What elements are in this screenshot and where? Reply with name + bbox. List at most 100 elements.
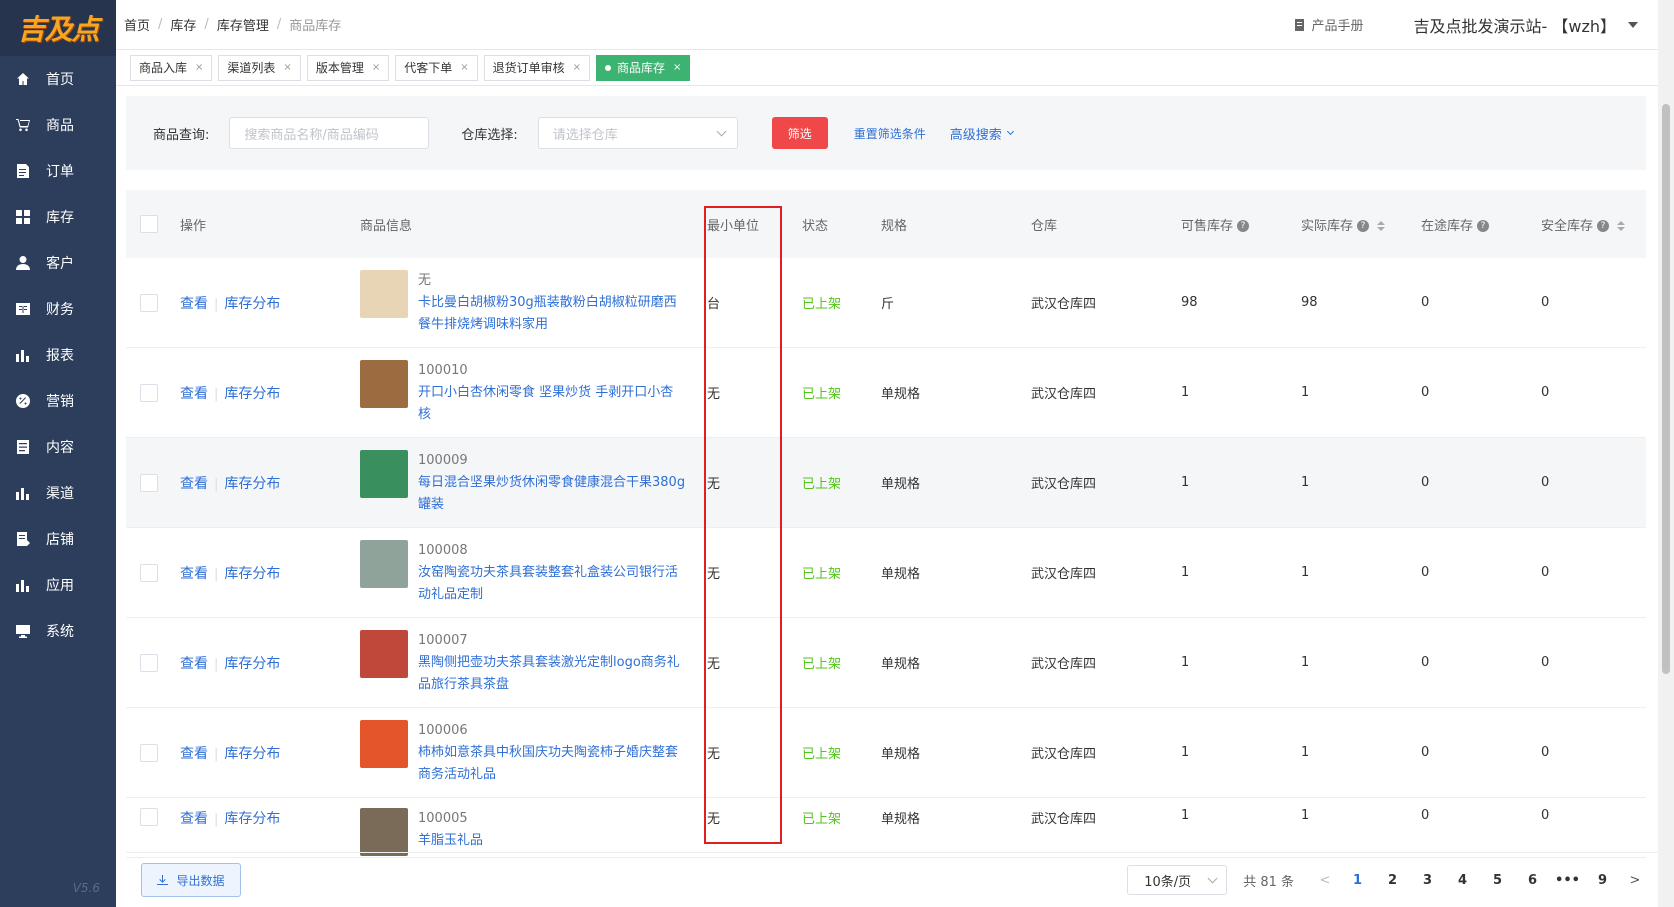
product-name-link[interactable]: 卡比曼白胡椒粉30g瓶装散粉白胡椒粒研磨西餐牛排烧烤调味料家用	[418, 292, 686, 336]
product-manual-link[interactable]: 产品手册	[1294, 15, 1364, 34]
product-thumbnail[interactable]	[360, 359, 408, 408]
warehouse-select[interactable]: 请选择仓库	[537, 117, 738, 149]
page-number[interactable]: 4	[1445, 873, 1480, 888]
product-thumbnail[interactable]	[360, 808, 408, 856]
account-dropdown-icon[interactable]	[1628, 21, 1638, 28]
stock-distribution-link[interactable]: 库存分布	[224, 476, 280, 492]
stock-distribution-link[interactable]: 库存分布	[224, 386, 280, 402]
sidebar-item[interactable]: 店铺	[0, 516, 116, 562]
sidebar-item[interactable]: 应用	[0, 562, 116, 608]
site-account-name[interactable]: 吉及点批发演示站- 【wzh】	[1414, 13, 1617, 37]
product-thumbnail[interactable]	[360, 449, 408, 498]
view-link[interactable]: 查看	[180, 746, 208, 762]
page-number[interactable]: 3	[1410, 873, 1445, 888]
page-tab[interactable]: 代客下单 ×	[395, 54, 478, 81]
page-number[interactable]: 2	[1375, 873, 1410, 888]
row-checkbox[interactable]	[140, 563, 158, 582]
close-icon[interactable]: ×	[673, 62, 681, 73]
select-all-checkbox[interactable]	[140, 215, 158, 233]
page-size-select[interactable]: 10条/页	[1127, 865, 1228, 895]
sidebar-item[interactable]: 客户	[0, 240, 116, 286]
next-page-icon[interactable]: >	[1620, 873, 1650, 888]
logo[interactable]: 吉及点	[0, 0, 116, 56]
stock-distribution-link[interactable]: 库存分布	[224, 811, 280, 827]
page-number[interactable]: 1	[1340, 873, 1375, 888]
page-number[interactable]: 5	[1480, 873, 1515, 888]
filter-button[interactable]: 筛选	[771, 117, 828, 149]
sidebar-item[interactable]: 订单	[0, 148, 116, 194]
product-thumbnail[interactable]	[360, 629, 408, 678]
breadcrumb: 首页 / 库存 / 库存管理 / 商品库存	[116, 15, 341, 34]
sort-icon[interactable]	[1617, 221, 1626, 231]
stock-distribution-link[interactable]: 库存分布	[224, 746, 280, 762]
sidebar-item[interactable]: 首页	[0, 56, 116, 102]
row-checkbox[interactable]	[140, 743, 158, 762]
page-tab[interactable]: 商品入库 ×	[130, 54, 213, 81]
help-icon[interactable]: ?	[1597, 220, 1610, 232]
export-data-button[interactable]: 导出数据	[141, 863, 241, 897]
sidebar-item[interactable]: 营销	[0, 378, 116, 424]
view-link[interactable]: 查看	[180, 476, 208, 492]
product-name-link[interactable]: 汝窑陶瓷功夫茶具套装整套礼盒装公司银行活动礼品定制	[418, 562, 686, 606]
view-link[interactable]: 查看	[180, 811, 208, 827]
stock-distribution-link[interactable]: 库存分布	[224, 566, 280, 582]
page-scrollbar[interactable]	[1658, 0, 1674, 907]
close-icon[interactable]: ×	[195, 62, 203, 73]
page-tab[interactable]: 退货订单审核 ×	[483, 54, 591, 81]
page-number[interactable]: •••	[1550, 873, 1585, 888]
view-link[interactable]: 查看	[180, 656, 208, 672]
sale-stock-cell: 1	[1181, 565, 1190, 580]
product-thumbnail[interactable]	[360, 539, 408, 588]
close-icon[interactable]: ×	[573, 62, 581, 73]
row-checkbox[interactable]	[140, 293, 158, 312]
table-row: 查看 | 库存分布 100008 汝窑陶瓷功夫茶具套装整套礼盒装公司银行活动礼品定制…	[126, 528, 1646, 618]
sidebar-item[interactable]: 系统	[0, 608, 116, 654]
spec-cell: 单规格	[881, 812, 921, 827]
row-checkbox[interactable]	[140, 653, 158, 672]
page-number[interactable]: 6	[1515, 873, 1550, 888]
sort-icon[interactable]	[1377, 221, 1386, 231]
row-checkbox[interactable]	[140, 473, 158, 492]
scrollbar-thumb[interactable]	[1662, 104, 1670, 674]
close-icon[interactable]: ×	[283, 62, 291, 73]
close-icon[interactable]: ×	[460, 62, 468, 73]
breadcrumb-item[interactable]: 首页	[124, 15, 150, 34]
sidebar-item[interactable]: 渠道	[0, 470, 116, 516]
help-icon[interactable]: ?	[1357, 220, 1370, 232]
sidebar-item[interactable]: 商品	[0, 102, 116, 148]
row-checkbox[interactable]	[140, 808, 158, 826]
stock-distribution-link[interactable]: 库存分布	[224, 656, 280, 672]
unit-cell: 无	[707, 567, 721, 582]
row-checkbox[interactable]	[140, 383, 158, 402]
page-tab[interactable]: 商品库存 ×	[596, 54, 691, 81]
reset-filter-link[interactable]: 重置筛选条件	[854, 125, 926, 142]
product-name-link[interactable]: 柿柿如意茶具中秋国庆功夫陶瓷柿子婚庆整套商务活动礼品	[418, 742, 686, 786]
product-thumbnail[interactable]	[360, 719, 408, 768]
page-number[interactable]: 9	[1585, 873, 1620, 888]
sidebar-item[interactable]: 报表	[0, 332, 116, 378]
help-icon[interactable]: ?	[1237, 220, 1250, 232]
status-badge: 已上架	[802, 657, 842, 672]
breadcrumb-item[interactable]: 库存	[170, 15, 196, 34]
view-link[interactable]: 查看	[180, 566, 208, 582]
page-tab[interactable]: 版本管理 ×	[306, 54, 390, 81]
help-icon[interactable]: ?	[1477, 220, 1490, 232]
sidebar-item[interactable]: 内容	[0, 424, 116, 470]
product-name-link[interactable]: 羊脂玉礼品	[418, 830, 686, 852]
advanced-search-toggle[interactable]: 高级搜索	[950, 124, 1014, 143]
stock-distribution-link[interactable]: 库存分布	[224, 296, 280, 312]
view-link[interactable]: 查看	[180, 296, 208, 312]
breadcrumb-item[interactable]: 库存管理	[217, 15, 269, 34]
close-icon[interactable]: ×	[372, 62, 380, 73]
prev-page-icon[interactable]: <	[1310, 873, 1340, 888]
view-link[interactable]: 查看	[180, 386, 208, 402]
sidebar-item[interactable]: 财务	[0, 286, 116, 332]
sidebar-item[interactable]: 库存	[0, 194, 116, 240]
sidebar-item-label: 内容	[46, 440, 74, 456]
page-tab[interactable]: 渠道列表 ×	[218, 54, 301, 81]
product-name-link[interactable]: 每日混合坚果炒货休闲零食健康混合干果380g罐装	[418, 472, 686, 516]
product-name-link[interactable]: 黑陶侧把壶功夫茶具套装激光定制logo商务礼品旅行茶具茶盘	[418, 652, 686, 696]
product-name-link[interactable]: 开口小白杏休闲零食 坚果炒货 手剥开口小杏核	[418, 382, 686, 426]
product-search-input[interactable]: 搜索商品名称/商品编码	[229, 117, 430, 149]
product-thumbnail[interactable]	[360, 269, 408, 318]
